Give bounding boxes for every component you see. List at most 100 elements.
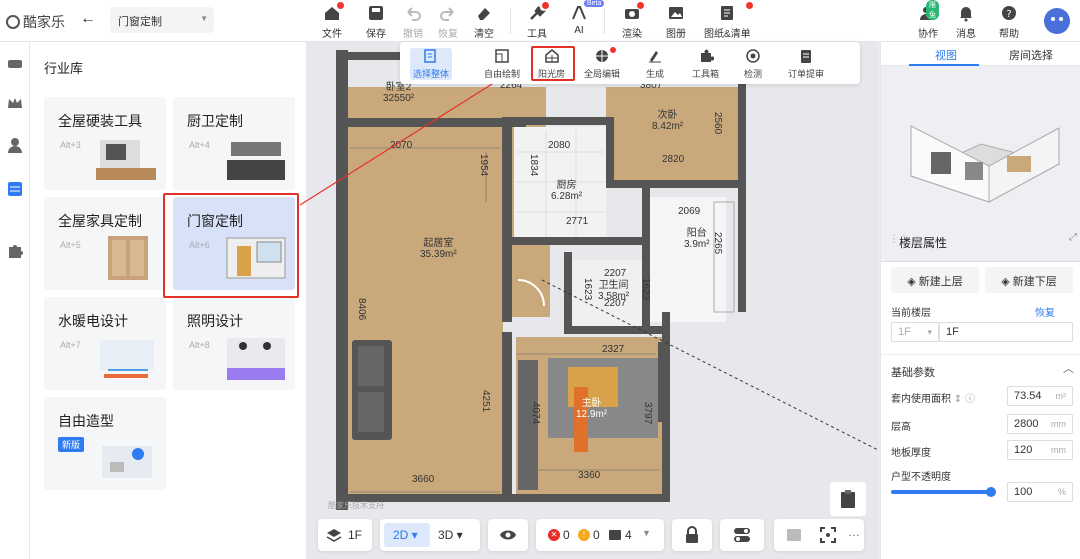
more-icon[interactable]: … (848, 525, 860, 539)
card-name: 全屋家具定制 (58, 213, 142, 229)
room-label-second-bedroom[interactable]: 次卧 8.42m² (652, 106, 683, 132)
redo-button[interactable]: 恢复 (438, 4, 458, 40)
industry-library-icon[interactable] (6, 180, 24, 198)
global-edit-button[interactable]: 全局编辑 (584, 47, 621, 80)
floorplan-canvas[interactable]: 卧室2 32550² 次卧 8.42m² 厨房 6.28m² 阳台 3.9m² 起居室 3… (306, 42, 878, 559)
expand-icon[interactable]: ⤢ (1069, 232, 1077, 243)
floating-toolbar: 选择整体 自由绘制 阳光房 全局编辑 生成 工具箱 检测 订单提审 (400, 42, 860, 84)
clipboard-icon (841, 490, 855, 508)
free-draw-button[interactable]: 自由绘制 (484, 48, 520, 80)
dimension-label: 3660 (412, 474, 435, 485)
card-hotkey: Alt+3 (60, 140, 81, 150)
file-button[interactable]: 文件 (322, 2, 344, 40)
cabinet-icon[interactable] (6, 54, 24, 72)
height-label: 层高 (891, 422, 911, 433)
room-area: 32550² (383, 93, 415, 104)
card-kitchen-bath[interactable]: 厨卫定制 Alt+4 (173, 97, 295, 190)
save-button[interactable]: 保存 (366, 4, 386, 40)
tools-button[interactable]: 工具 (527, 2, 549, 40)
fit-screen-icon[interactable] (820, 527, 836, 543)
visibility-button[interactable] (488, 519, 528, 551)
opacity-slider-handle[interactable] (986, 487, 996, 497)
puzzle-icon[interactable] (6, 242, 24, 260)
toolbox-button[interactable]: 工具箱 (692, 48, 719, 80)
dimension-label: 2207 (604, 298, 627, 309)
card-hotkey: Alt+4 (189, 140, 210, 150)
opacity-input[interactable]: 100% (1007, 482, 1073, 502)
height-input[interactable]: 2800 mm (1007, 414, 1073, 434)
chevron-up-icon[interactable]: ︿ (1063, 360, 1074, 376)
lock-button[interactable] (672, 519, 712, 551)
room-label-living-room[interactable]: 起居室 35.39m² (420, 234, 457, 260)
avatar[interactable] (1044, 8, 1070, 34)
image-icon[interactable] (786, 528, 802, 542)
select-whole-button[interactable]: 选择整体 (410, 48, 453, 80)
generate-button[interactable]: 生成 (646, 48, 664, 80)
eraser-icon (478, 8, 490, 20)
bell-icon (960, 7, 972, 22)
card-free-modeling[interactable]: 自由造型 新版 (44, 397, 166, 490)
toggle-settings-button[interactable] (720, 519, 764, 551)
new-floor-above-button[interactable]: ◈ 新建上层 (891, 267, 979, 293)
plumbing-illustration (100, 340, 154, 378)
drawings-button[interactable]: 图纸&清单 (704, 2, 753, 40)
crown-icon[interactable] (6, 94, 24, 112)
dimension-label: 1623 (582, 278, 593, 301)
new-floor-below-button[interactable]: ◈ 新建下层 (985, 267, 1073, 293)
floor-switch[interactable]: 1F (318, 519, 372, 551)
thickness-input[interactable]: 120 mm (1007, 440, 1073, 460)
floor-select[interactable]: 1F ▾ (891, 322, 939, 342)
dimension-label: 2265 (712, 232, 723, 255)
project-title: 门窗定制 (118, 16, 162, 28)
floor-select-value: 1F (898, 326, 911, 338)
room-label-master-bedroom[interactable]: 主卧 12.9m² (576, 394, 607, 420)
warning-icon: ! (578, 529, 590, 541)
clipboard-button[interactable] (830, 482, 866, 516)
dimension-label: 1623 (640, 278, 651, 301)
dimension-label: 2207 (604, 268, 627, 279)
clear-button[interactable]: 清空 (474, 4, 494, 40)
message-button[interactable]: 消息 (956, 4, 976, 40)
view-2d-label: 2D (393, 528, 409, 542)
3d-preview[interactable] (881, 66, 1080, 262)
collab-button[interactable]: 限免 协作 (918, 0, 939, 40)
order-review-button[interactable]: 订单提审 (788, 48, 824, 80)
floor-name-input[interactable]: 1F (939, 322, 1073, 342)
project-title-select[interactable]: 门窗定制 ▼ (110, 7, 214, 33)
global-edit-label: 全局编辑 (584, 69, 621, 79)
app-logo[interactable]: 酷家乐 (6, 12, 65, 32)
undo-button[interactable]: 撤销 (403, 4, 423, 40)
free-badge: 限免 (926, 0, 939, 20)
card-furniture[interactable]: 全屋家具定制 Alt+5 (44, 197, 166, 290)
free-draw-icon (495, 49, 509, 63)
room-label-kitchen[interactable]: 厨房 6.28m² (551, 176, 582, 202)
card-lighting[interactable]: 照明设计 Alt+8 (173, 297, 295, 390)
current-floor-label: 当前楼层 (891, 308, 931, 319)
view-3d-button[interactable]: 3D ▾ (438, 528, 463, 542)
check-button[interactable]: 检测 (744, 48, 762, 80)
view-2d-button[interactable]: 2D ▾ (384, 523, 430, 547)
card-plumbing-electric[interactable]: 水暖电设计 Alt+7 (44, 297, 166, 390)
eye-icon (500, 530, 516, 540)
help-button[interactable]: ? 帮助 (999, 4, 1019, 40)
toolbox-label: 工具箱 (692, 69, 720, 79)
ai-button[interactable]: Beta AI (570, 0, 605, 36)
back-arrow-icon[interactable]: ← (80, 10, 96, 28)
tab-room-select[interactable]: 房间选择 (1009, 47, 1053, 63)
issues-summary[interactable]: ✕ 0 ! 0 4 ▼ (536, 519, 664, 551)
opacity-slider-track[interactable] (891, 487, 996, 497)
restore-link[interactable]: 恢复 (1035, 304, 1055, 319)
card-name: 自由造型 (58, 413, 114, 429)
album-button[interactable]: 图册 (666, 4, 686, 40)
room-label-balcony[interactable]: 阳台 3.9m² (684, 224, 710, 250)
user-icon[interactable] (6, 136, 24, 154)
tab-view[interactable]: 视图 (935, 47, 957, 63)
globe-edit-icon (596, 50, 608, 62)
render-button[interactable]: 渲染 (622, 2, 644, 40)
dimension-label: 2327 (602, 344, 625, 355)
card-hotkey: Alt+7 (60, 340, 81, 350)
area-input[interactable]: 73.54 m² (1007, 386, 1073, 406)
room-area: 6.28m² (551, 191, 583, 202)
collab-label: 协作 (918, 29, 938, 40)
card-hardware-tools[interactable]: 全屋硬装工具 Alt+3 (44, 97, 166, 190)
